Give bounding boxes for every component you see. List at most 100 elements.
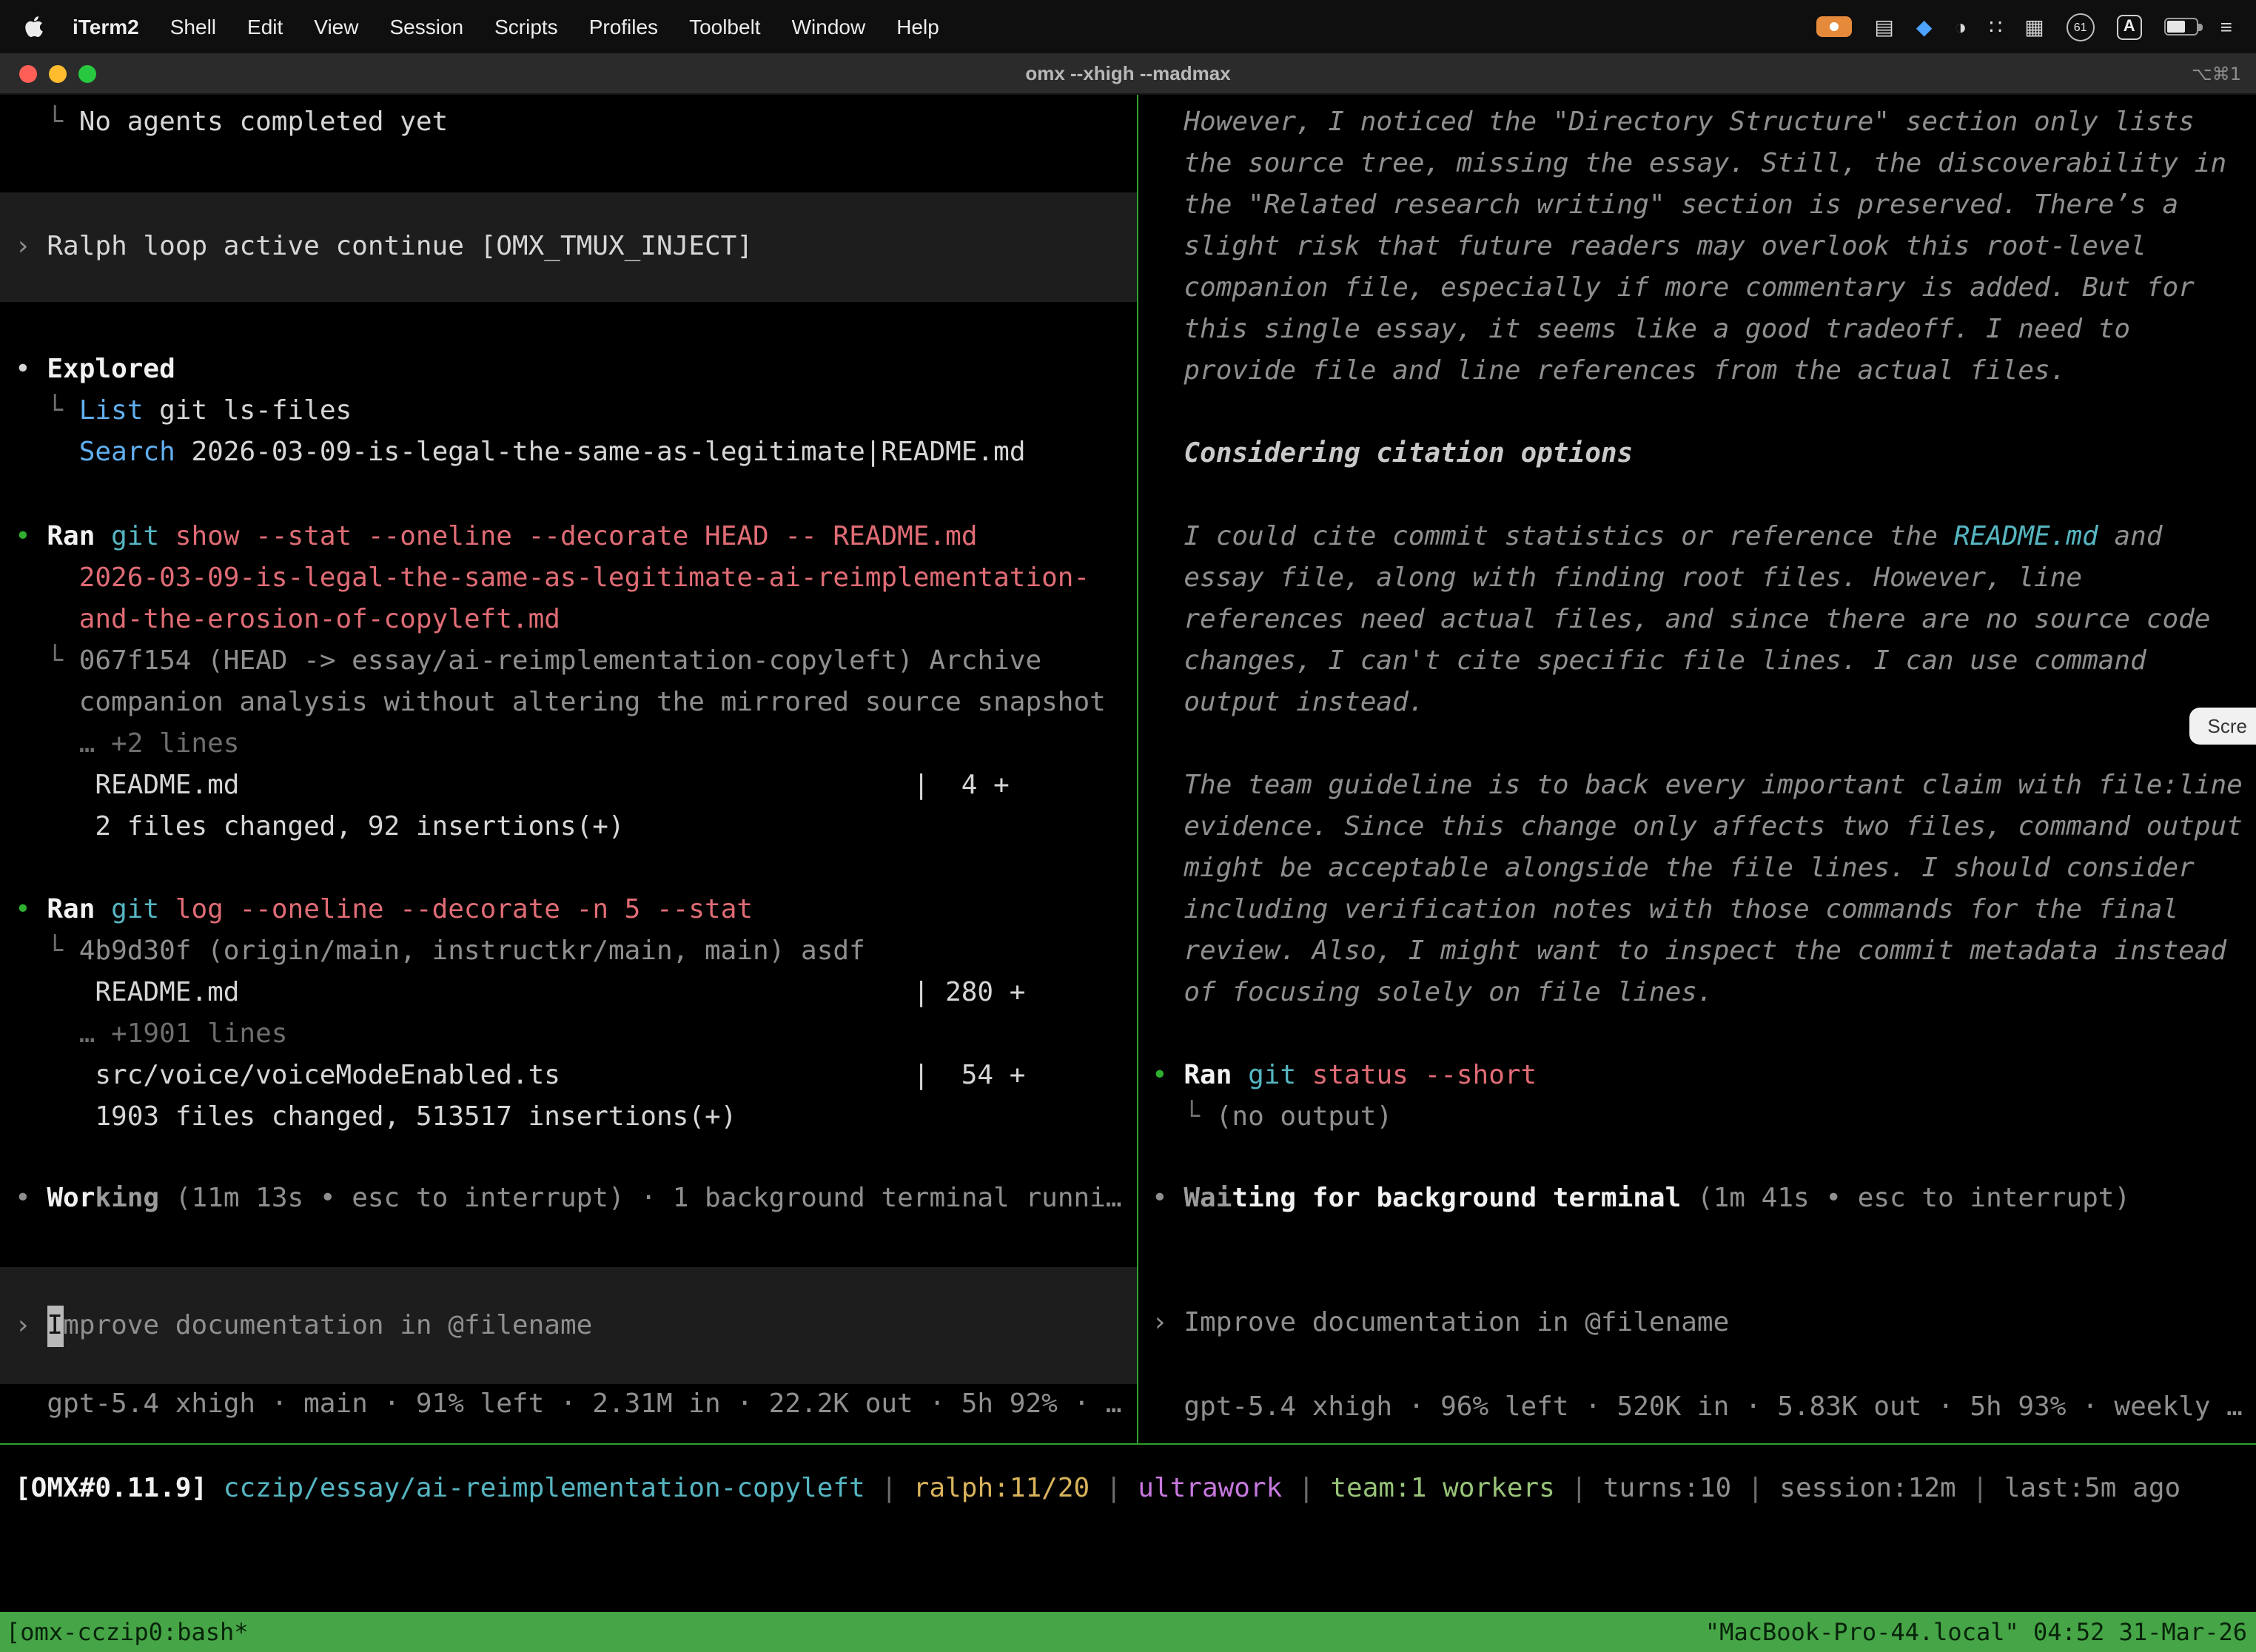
minimize-button[interactable] (49, 64, 67, 82)
terminal-line: slight risk that future readers may over… (1152, 226, 2256, 268)
tmux-status-bar: [omx-cczip0:bash* "MacBook-Pro-44.local"… (0, 1612, 2256, 1652)
terminal-line: I could cite commit statistics or refere… (1152, 517, 2256, 558)
omx-status-segment: | (1282, 1473, 1330, 1504)
battery-gauge-icon[interactable]: 61 (2067, 13, 2095, 41)
omx-status-segment: | (1090, 1473, 1138, 1504)
terminal-line: src/voice/voiceModeEnabled.ts | 54 + (15, 1055, 1137, 1097)
right-terminal-pane[interactable]: However, I noticed the "Directory Struct… (1140, 95, 2256, 1443)
apple-menu-icon[interactable] (24, 14, 46, 39)
omx-status-segment: | (1731, 1473, 1779, 1504)
window-manager-icon[interactable]: ▤ (1874, 16, 1893, 37)
screen-tooltip-button[interactable]: Scre (2190, 708, 2256, 745)
terminal-line: • Working (11m 13s • esc to interrupt) ·… (15, 1178, 1137, 1220)
menu-item-iterm2[interactable]: iTerm2 (73, 15, 139, 38)
blank-space (15, 1138, 1137, 1178)
control-center-icon[interactable]: ≡ (2220, 16, 2232, 37)
zoom-button[interactable] (78, 64, 96, 82)
prompt-input[interactable]: › Improve documentation in @filename (0, 1267, 1137, 1384)
terminal-line: companion analysis without altering the … (15, 682, 1137, 724)
battery-icon[interactable] (2164, 18, 2198, 36)
screen-recording-indicator-icon[interactable] (1816, 16, 1852, 37)
terminal-line: of focusing solely on file lines. (1152, 973, 2256, 1014)
menu-item-window[interactable]: Window (792, 15, 866, 38)
terminal-line: └ (no output) (1152, 1097, 2256, 1138)
terminal-line: … +2 lines (15, 724, 1137, 765)
close-button[interactable] (19, 64, 37, 82)
terminal-line: gpt-5.4 xhigh · main · 91% left · 2.31M … (15, 1384, 1137, 1426)
menu-item-session[interactable]: Session (389, 15, 463, 38)
terminal-line: 2 files changed, 92 insertions(+) (15, 807, 1137, 848)
terminal-line: changes, I can't cite specific file line… (1152, 641, 2256, 682)
tmux-host-clock-label: "MacBook-Pro-44.local" 04:52 31-Mar-26 (1705, 1618, 2247, 1646)
blank-space (15, 144, 1137, 192)
recording-dot-icon (1830, 22, 1839, 31)
blank-space (15, 1220, 1137, 1267)
terminal-line: and-the-erosion-of-copyleft.md (15, 600, 1137, 641)
terminal-line: 1903 files changed, 513517 insertions(+) (15, 1097, 1137, 1138)
blank-space (1152, 1220, 2256, 1303)
terminal-line: provide file and line references from th… (1152, 351, 2256, 392)
battery-fill (2167, 21, 2185, 33)
blank-space (1152, 1344, 2256, 1387)
input-source-icon[interactable]: A (2117, 14, 2142, 39)
terminal-line: └ 4b9d30f (origin/main, instructkr/main,… (15, 931, 1137, 973)
tab-shortcut-label: ⌥⌘1 (2192, 63, 2241, 84)
prompt-input[interactable]: › Ralph loop active continue [OMX_TMUX_I… (0, 192, 1137, 302)
window-title: omx --xhigh --madmax (0, 62, 2256, 84)
launcher-icon[interactable]: ◆ (1916, 16, 1933, 37)
menu-items: iTerm2 Shell Edit View Session Scripts Profile… (73, 15, 939, 38)
omx-status-bar: [OMX#0.11.9] cczip/essay/ai-reimplementa… (0, 1443, 2256, 1510)
terminal-line: references need actual files, and since … (1152, 600, 2256, 641)
menu-item-profiles[interactable]: Profiles (589, 15, 658, 38)
omx-status-segment: ralph:11/20 (913, 1473, 1090, 1504)
terminal-line: However, I noticed the "Directory Struct… (1152, 102, 2256, 144)
blank-space (15, 848, 1137, 890)
omx-status-segment: [OMX#0.11.9] (15, 1473, 224, 1504)
omx-status-segment: cczip/essay/ai-reimplementation-copyleft (224, 1473, 865, 1504)
terminal-line: essay file, along with finding root file… (1152, 558, 2256, 600)
blank-space (15, 302, 1137, 349)
left-terminal-pane[interactable]: └ No agents completed yet › Ralph loop ac… (0, 95, 1138, 1443)
moon-icon[interactable]: ◑ (1954, 16, 1967, 37)
omx-status-segment: turns:10 (1603, 1473, 1731, 1504)
menu-item-shell[interactable]: Shell (170, 15, 216, 38)
terminal-line: the source tree, missing the essay. Stil… (1152, 144, 2256, 185)
window-controls (19, 53, 96, 93)
terminal-line: Search 2026-03-09-is-legal-the-same-as-l… (15, 432, 1137, 474)
menu-item-scripts[interactable]: Scripts (494, 15, 558, 38)
terminal-line: review. Also, I might want to inspect th… (1152, 931, 2256, 973)
window-title-bar[interactable]: omx --xhigh --madmax ⌥⌘1 (0, 53, 2256, 95)
terminal-line: README.md | 280 + (15, 973, 1137, 1014)
grid-icon[interactable]: ∷ (1989, 16, 2002, 37)
blank-space (15, 474, 1137, 517)
terminal-line: • Ran git log --oneline --decorate -n 5 … (15, 890, 1137, 931)
terminal-line: • Ran git show --stat --oneline --decora… (15, 517, 1137, 558)
terminal-line: including verification notes with those … (1152, 890, 2256, 931)
omx-status-segment: last:5m ago (2004, 1473, 2181, 1504)
menu-item-help[interactable]: Help (896, 15, 939, 38)
terminal-line: evidence. Since this change only affects… (1152, 807, 2256, 848)
terminal-line: • Ran git status --short (1152, 1055, 2256, 1097)
omx-status-segment: ultrawork (1138, 1473, 1282, 1504)
terminal-line: └ No agents completed yet (15, 102, 1137, 144)
terminal-line: gpt-5.4 xhigh · 96% left · 520K in · 5.8… (1152, 1387, 2256, 1428)
blank-space (1152, 724, 2256, 765)
keypad-icon[interactable]: ▦ (2024, 16, 2044, 37)
omx-status-segment: team:1 workers (1330, 1473, 1554, 1504)
menu-item-toolbelt[interactable]: Toolbelt (689, 15, 761, 38)
terminal-line: the "Related research writing" section i… (1152, 185, 2256, 226)
terminal-line: The team guideline is to back every impo… (1152, 765, 2256, 807)
terminal-line: Considering citation options (1152, 434, 2256, 475)
omx-status-segment: session:12m (1779, 1473, 1955, 1504)
menu-item-view[interactable]: View (314, 15, 358, 38)
blank-space (1152, 475, 2256, 517)
blank-space (1152, 1014, 2256, 1055)
blank-space (1152, 1138, 2256, 1178)
terminal-line: companion file, especially if more comme… (1152, 268, 2256, 309)
tmux-session-label: [omx-cczip0:bash* (6, 1618, 249, 1646)
terminal-window: iTerm2 Shell Edit View Session Scripts Profile… (0, 0, 2256, 1652)
omx-status-segment: | (865, 1473, 913, 1504)
terminal-line: might be acceptable alongside the file l… (1152, 848, 2256, 890)
menu-item-edit[interactable]: Edit (247, 15, 283, 38)
terminal-line: this single essay, it seems like a good … (1152, 309, 2256, 351)
